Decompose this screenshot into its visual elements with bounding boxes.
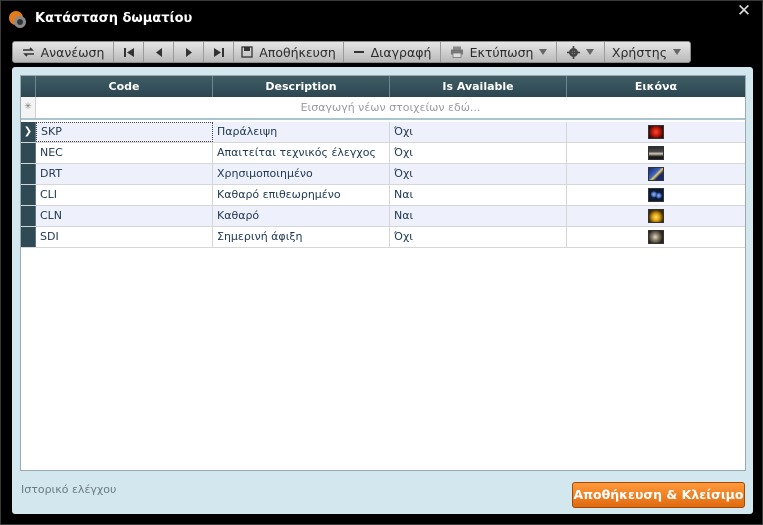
minus-icon (353, 51, 364, 53)
cell-is-available[interactable]: Όχι (390, 143, 567, 163)
cell-description[interactable]: Σημερινή άφιξη (213, 227, 390, 247)
landscape-thumbnail-icon (648, 146, 664, 160)
next-icon (185, 47, 192, 57)
cell-is-available[interactable]: Ναι (390, 206, 567, 226)
users-label: Χρήστης (611, 44, 668, 60)
cell-code[interactable]: SKP (36, 122, 213, 142)
new-row-asterisk-icon: ✳ (21, 97, 36, 118)
printer-icon (450, 46, 463, 58)
cell-code[interactable]: CLN (36, 206, 213, 226)
cell-code[interactable]: SDI (36, 227, 213, 247)
last-record-icon (213, 47, 224, 57)
floppy-disk-icon (241, 46, 253, 58)
column-header-code[interactable]: Code (36, 76, 213, 97)
cell-image[interactable] (567, 122, 745, 142)
cell-description[interactable]: Καθαρό (213, 206, 390, 226)
current-row-arrow-icon: ❯ (21, 122, 36, 142)
cell-is-available[interactable]: Ναι (390, 185, 567, 205)
blue-sky-thumbnail-icon (648, 167, 664, 181)
next-record-button[interactable] (174, 42, 204, 62)
first-record-icon (123, 47, 134, 57)
delete-label: Διαγραφή (370, 44, 432, 60)
cell-image[interactable] (567, 227, 745, 247)
refresh-icon (22, 47, 34, 57)
settings-button[interactable] (557, 42, 605, 62)
new-row[interactable]: ✳ Εισαγωγή νέων στοιχείων εδώ... (21, 97, 745, 120)
row-indicator (21, 227, 36, 247)
cell-description[interactable]: Χρησιμοποιημένο (213, 164, 390, 184)
red-flower-thumbnail-icon (648, 125, 664, 139)
cell-image[interactable] (567, 143, 745, 163)
print-button[interactable]: Εκτύπωση (441, 42, 557, 62)
previous-icon (155, 47, 162, 57)
refresh-button[interactable]: Ανανέωση (13, 42, 114, 62)
print-label: Εκτύπωση (469, 44, 534, 60)
first-record-button[interactable] (114, 42, 144, 62)
toolbar: Ανανέωση Αποθήκευση Διαγραφή Εκτύπωση Χρ… (12, 41, 691, 63)
row-indicator (21, 164, 36, 184)
row-indicator-header (21, 76, 36, 97)
column-header-is-available[interactable]: Is Available (390, 76, 567, 97)
save-and-close-button[interactable]: Αποθήκευση & Κλείσιμο (572, 482, 745, 508)
last-record-button[interactable] (204, 42, 234, 62)
cell-description[interactable]: Παράλειψη (213, 122, 390, 142)
content-panel: Code Description Is Available Εικόνα ✳ Ε… (12, 67, 753, 514)
gear-icon (567, 45, 580, 59)
blue-dots-thumbnail-icon (648, 188, 664, 202)
grid-header: Code Description Is Available Εικόνα (21, 76, 745, 97)
chevron-down-icon (586, 49, 594, 55)
cell-image[interactable] (567, 185, 745, 205)
table-row[interactable]: CLN Καθαρό Ναι (21, 206, 745, 227)
room-status-window: Κατάσταση δωματίου ✕ Ανανέωση Αποθήκευση… (0, 0, 763, 525)
animal-thumbnail-icon (648, 230, 664, 244)
audit-history-link[interactable]: Ιστορικό ελέγχου (21, 483, 116, 496)
row-indicator (21, 143, 36, 163)
table-row[interactable]: DRT Χρησιμοποιημένο Όχι (21, 164, 745, 185)
column-header-image[interactable]: Εικόνα (567, 76, 745, 97)
cell-image[interactable] (567, 164, 745, 184)
cell-is-available[interactable]: Όχι (390, 164, 567, 184)
cell-is-available[interactable]: Όχι (390, 227, 567, 247)
row-indicator (21, 185, 36, 205)
close-icon[interactable]: ✕ (736, 3, 752, 20)
table-row[interactable]: ❯ SKP Παράλειψη Όχι (21, 122, 745, 143)
cell-code[interactable]: CLI (36, 185, 213, 205)
table-row[interactable]: NEC Απαιτείται τεχνικός έλεγχος Όχι (21, 143, 745, 164)
save-button[interactable]: Αποθήκευση (234, 42, 344, 62)
room-status-grid: Code Description Is Available Εικόνα ✳ Ε… (20, 75, 746, 471)
cell-description[interactable]: Καθαρό επιθεωρημένο (213, 185, 390, 205)
column-header-description[interactable]: Description (213, 76, 390, 97)
cell-description[interactable]: Απαιτείται τεχνικός έλεγχος (213, 143, 390, 163)
cell-code[interactable]: NEC (36, 143, 213, 163)
save-label: Αποθήκευση (259, 44, 336, 60)
chevron-down-icon (673, 49, 682, 55)
delete-button[interactable]: Διαγραφή (344, 42, 441, 62)
row-indicator (21, 206, 36, 226)
cell-image[interactable] (567, 206, 745, 226)
cell-code[interactable]: DRT (36, 164, 213, 184)
app-logo-icon (9, 11, 26, 28)
refresh-label: Ανανέωση (40, 44, 105, 60)
table-row[interactable]: SDI Σημερινή άφιξη Όχι (21, 227, 745, 248)
chevron-down-icon (539, 49, 548, 55)
window-title: Κατάσταση δωματίου (35, 11, 193, 26)
cell-is-available[interactable]: Όχι (390, 122, 567, 142)
title-bar: Κατάσταση δωματίου ✕ (1, 1, 762, 37)
table-row[interactable]: CLI Καθαρό επιθεωρημένο Ναι (21, 185, 745, 206)
new-row-placeholder[interactable]: Εισαγωγή νέων στοιχείων εδώ... (36, 97, 745, 118)
previous-record-button[interactable] (144, 42, 174, 62)
yellow-flower-thumbnail-icon (648, 209, 664, 223)
users-menu-button[interactable]: Χρήστης (605, 42, 688, 62)
